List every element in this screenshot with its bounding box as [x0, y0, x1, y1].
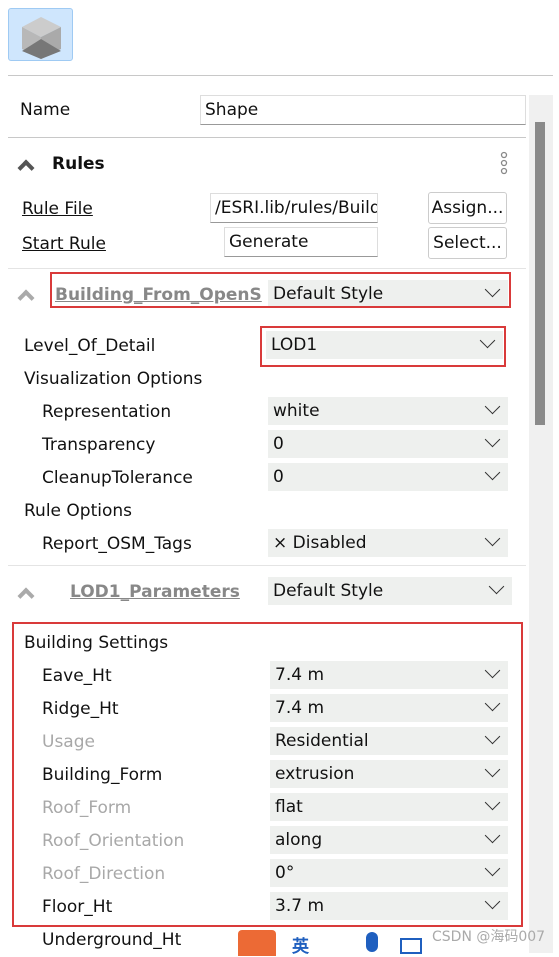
- microphone-icon[interactable]: [366, 932, 378, 952]
- sogou-logo-icon: [238, 930, 276, 956]
- scrollbar-thumb[interactable]: [535, 122, 545, 425]
- representation-dropdown[interactable]: white: [268, 397, 508, 425]
- cleanup-tolerance-label: CleanupTolerance: [42, 468, 193, 488]
- lod1-parameters-title[interactable]: LOD1_Parameters: [70, 581, 240, 603]
- report-osm-tags-label: Report_OSM_Tags: [42, 534, 192, 554]
- highlight-box: [50, 272, 511, 308]
- representation-label: Representation: [42, 402, 172, 422]
- highlight-box: [12, 622, 523, 927]
- cleanup-tolerance-value: 0: [273, 467, 284, 487]
- name-input[interactable]: Shape: [200, 95, 526, 125]
- visualization-options-group: Visualization Options: [24, 369, 203, 389]
- watermark: CSDN @海码007: [432, 929, 546, 945]
- rules-title: Rules: [52, 154, 105, 174]
- select-button[interactable]: Select...: [428, 227, 507, 259]
- assign-button[interactable]: Assign...: [428, 192, 507, 224]
- start-rule-input[interactable]: Generate: [224, 227, 378, 257]
- name-label: Name: [20, 100, 71, 120]
- rule-file-input[interactable]: /ESRI.lib/rules/Build: [210, 193, 378, 223]
- cube-icon-button[interactable]: [8, 8, 73, 61]
- keyboard-icon[interactable]: [400, 938, 422, 954]
- scrollbar-track[interactable]: [529, 95, 553, 953]
- lod1-style-dropdown[interactable]: Default Style: [268, 577, 512, 605]
- rule-file-link[interactable]: Rule File: [22, 198, 93, 220]
- collapse-lod1-icon[interactable]: [17, 587, 35, 605]
- chevron-down-icon: [484, 398, 501, 415]
- start-rule-link[interactable]: Start Rule: [22, 233, 106, 255]
- chevron-down-icon: [488, 578, 505, 595]
- setting-label: Underground_Ht: [42, 930, 182, 950]
- more-options-icon[interactable]: [498, 151, 510, 175]
- lod1-style-value: Default Style: [273, 581, 384, 601]
- highlight-box: [260, 326, 506, 367]
- chevron-down-icon: [484, 431, 501, 448]
- cube-icon: [22, 17, 61, 59]
- collapse-rules-icon[interactable]: [17, 159, 35, 177]
- transparency-value: 0: [273, 434, 284, 454]
- cleanup-tolerance-dropdown[interactable]: 0: [268, 463, 508, 491]
- collapse-building-icon[interactable]: [17, 289, 35, 307]
- report-osm-tags-value: × Disabled: [273, 533, 367, 553]
- rule-options-group: Rule Options: [24, 501, 133, 521]
- transparency-label: Transparency: [42, 435, 156, 455]
- chevron-down-icon: [484, 464, 501, 481]
- representation-value: white: [273, 401, 320, 421]
- ime-language[interactable]: 英: [292, 932, 309, 957]
- chevron-down-icon: [484, 530, 501, 547]
- lod-label: Level_Of_Detail: [24, 336, 156, 356]
- report-osm-tags-dropdown[interactable]: × Disabled: [268, 529, 508, 557]
- transparency-dropdown[interactable]: 0: [268, 430, 508, 458]
